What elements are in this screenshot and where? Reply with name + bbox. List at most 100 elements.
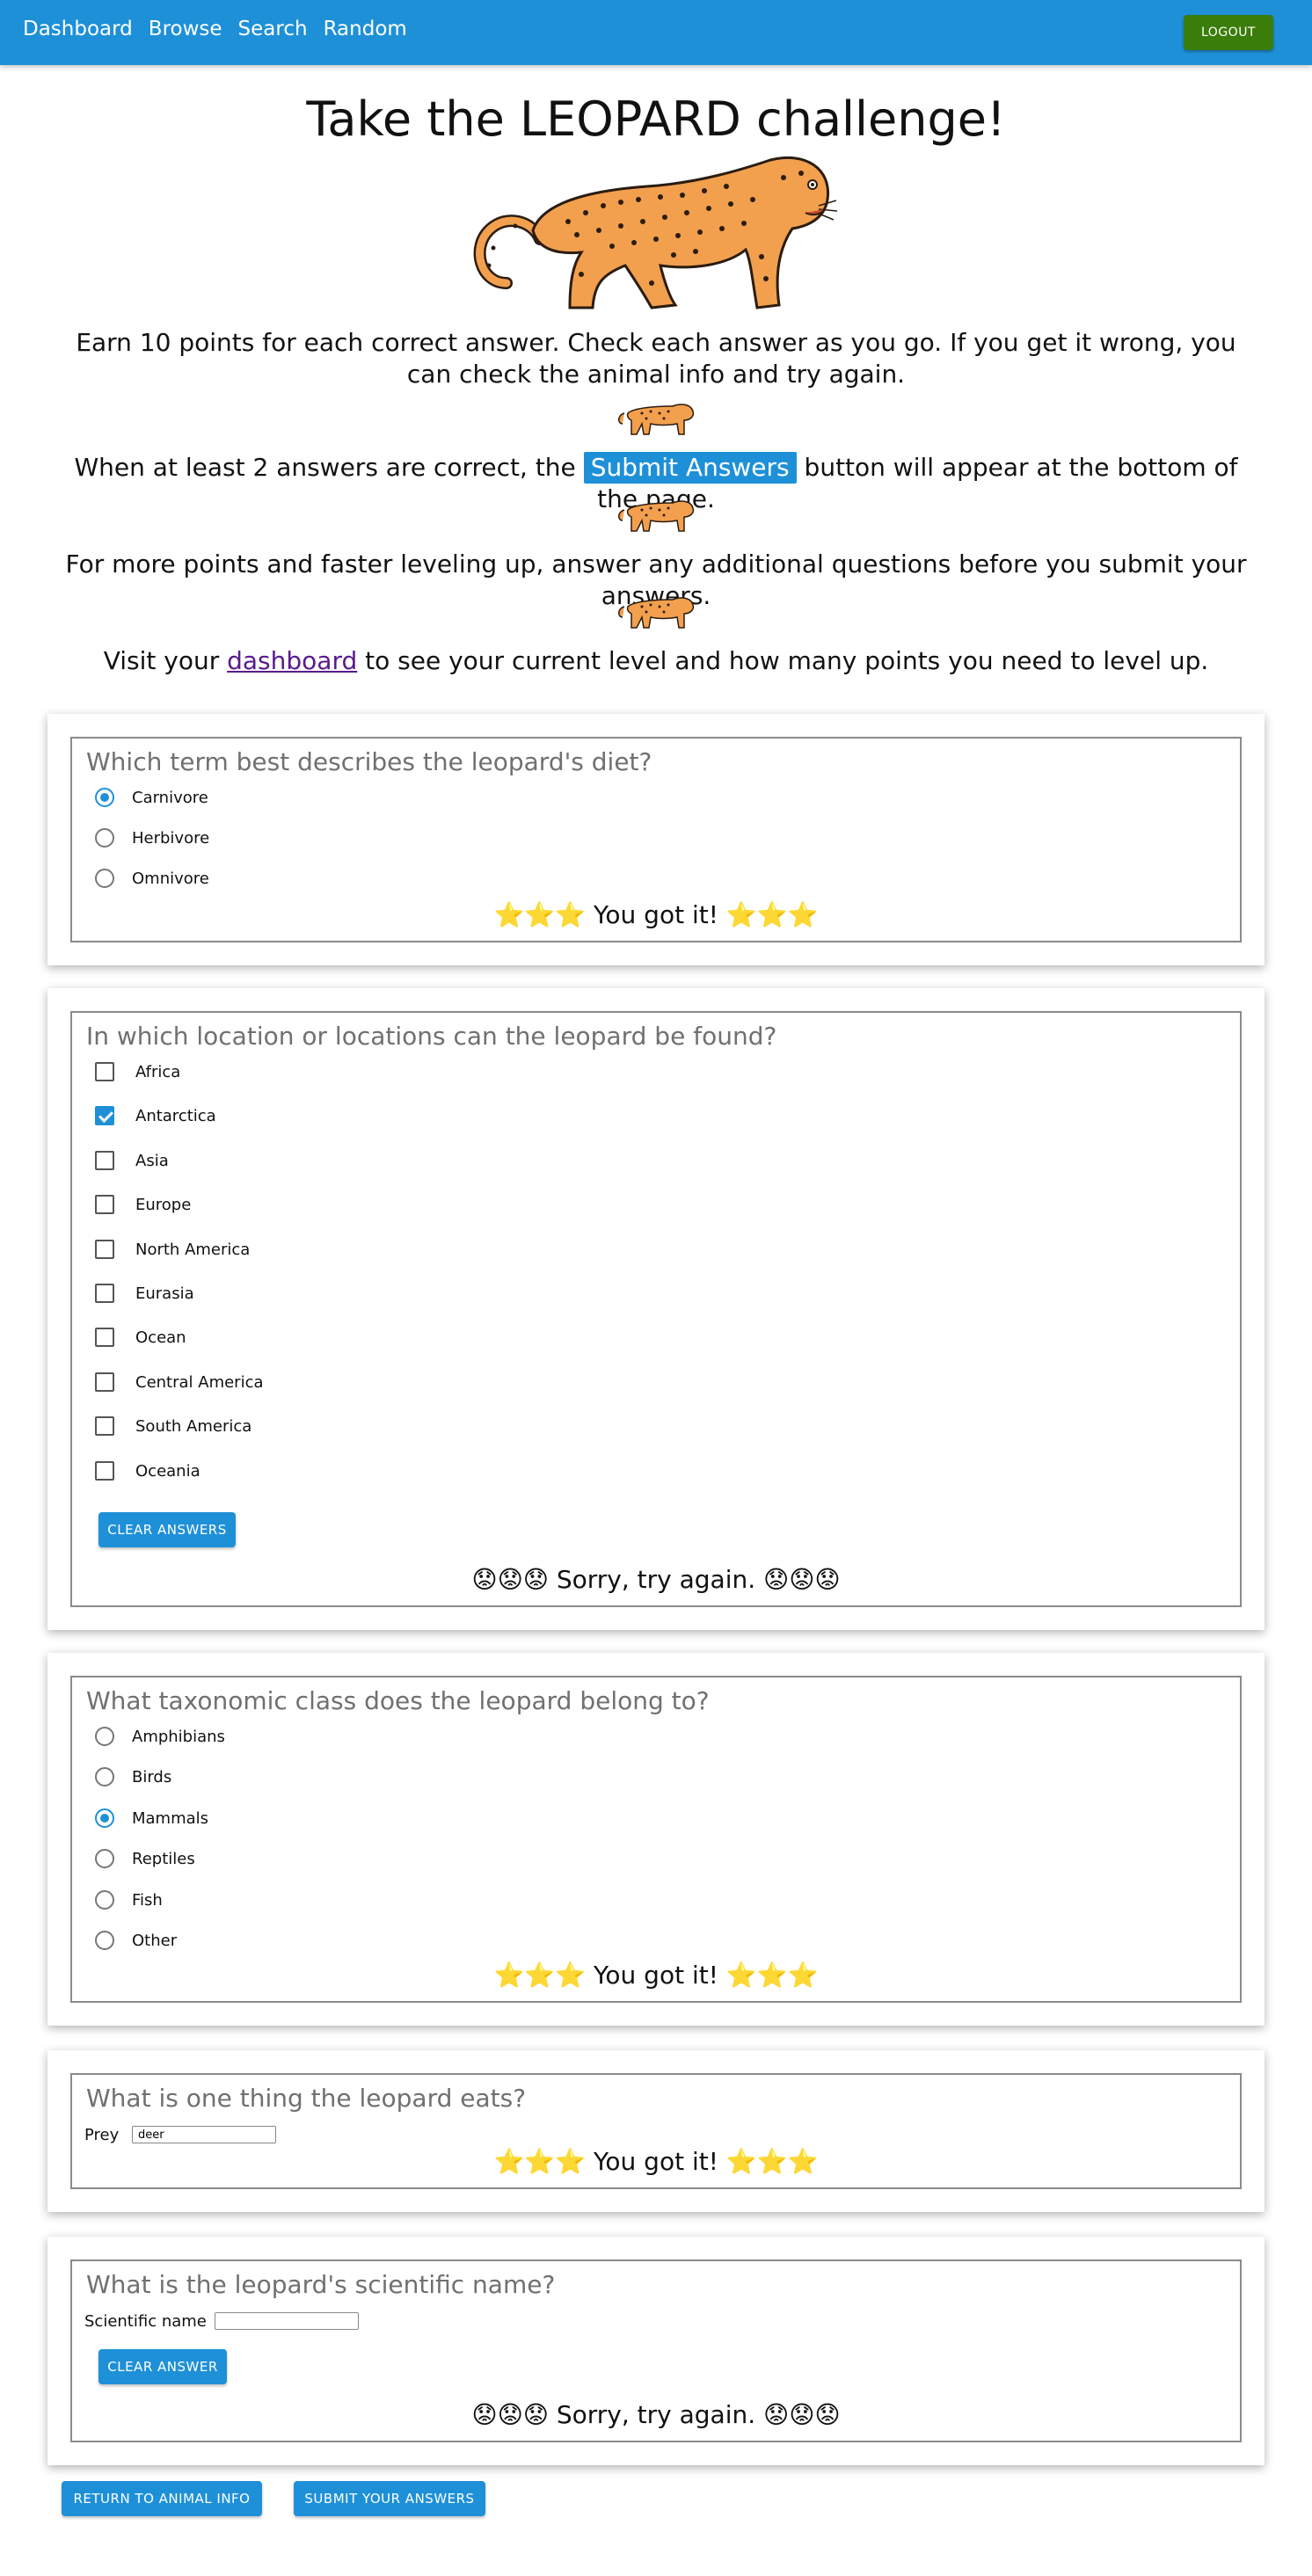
return-to-animal-info-button[interactable]: RETURN TO ANIMAL INFO — [62, 2481, 262, 2516]
checkbox[interactable] — [95, 1062, 114, 1081]
question-text: Which term best describes the leopard's … — [86, 747, 652, 776]
question-fieldset: In which location or locations can the l… — [70, 1011, 1242, 1607]
option-label: Eurasia — [135, 1284, 194, 1303]
checkbox[interactable] — [95, 1328, 114, 1347]
option-amphibians[interactable]: Amphibians — [95, 1727, 225, 1746]
intro-dashboard-before: Visit your — [103, 646, 220, 675]
nav-random-link[interactable]: Random — [324, 18, 407, 40]
option-label: Africa — [135, 1062, 181, 1081]
question-text: What taxonomic class does the leopard be… — [86, 1686, 710, 1715]
radio-button[interactable] — [95, 828, 114, 848]
option-label: Herbivore — [132, 828, 210, 848]
feedback-correct: ⭐⭐⭐ You got it! ⭐⭐⭐ — [493, 900, 819, 929]
question-fieldset: What taxonomic class does the leopard be… — [70, 1676, 1242, 2003]
option-label: Amphibians — [132, 1727, 225, 1746]
option-label: Asia — [135, 1151, 169, 1170]
option-fish[interactable]: Fish — [95, 1890, 163, 1910]
option-south-america[interactable]: South America — [95, 1416, 251, 1436]
option-label: Antarctica — [135, 1106, 216, 1125]
option-europe[interactable]: Europe — [95, 1195, 191, 1214]
option-antarctica[interactable]: Antarctica — [95, 1106, 216, 1125]
prey-label: Prey — [84, 2126, 120, 2144]
question-text: What is the leopard's scientific name? — [86, 2270, 556, 2299]
option-label: Oceania — [135, 1461, 200, 1481]
option-mammals[interactable]: Mammals — [95, 1808, 208, 1828]
question-fieldset: What is one thing the leopard eats? Prey… — [70, 2073, 1242, 2189]
option-other[interactable]: Other — [95, 1931, 177, 1950]
intro-points-text: Earn 10 points for each correct answer. … — [76, 328, 1236, 389]
scientific-name-input[interactable] — [215, 2312, 359, 2330]
question-card-class: What taxonomic class does the leopard be… — [47, 1653, 1265, 2026]
submit-answers-button[interactable]: SUBMIT YOUR ANSWERS — [294, 2481, 485, 2516]
checkbox[interactable] — [95, 1284, 114, 1303]
question-text: What is one thing the leopard eats? — [86, 2084, 527, 2113]
scientific-name-label: Scientific name — [84, 2312, 207, 2331]
checkbox[interactable] — [95, 1240, 114, 1259]
option-eurasia[interactable]: Eurasia — [95, 1284, 194, 1303]
radio-button[interactable] — [95, 1849, 114, 1868]
logout-button[interactable]: LOGOUT — [1184, 15, 1273, 50]
checkbox[interactable] — [95, 1461, 114, 1481]
option-label: South America — [135, 1416, 252, 1436]
feedback-correct: ⭐⭐⭐ You got it! ⭐⭐⭐ — [493, 1961, 819, 1990]
option-label: North America — [135, 1240, 251, 1259]
option-herbivore[interactable]: Herbivore — [95, 828, 209, 848]
option-label: Reptiles — [132, 1849, 195, 1868]
checkbox[interactable] — [95, 1106, 114, 1125]
option-omnivore[interactable]: Omnivore — [95, 869, 209, 888]
option-birds[interactable]: Birds — [95, 1767, 171, 1786]
option-central-america[interactable]: Central America — [95, 1372, 264, 1392]
nav-links: Dashboard Browse Search Random — [23, 18, 407, 40]
dashboard-link[interactable]: dashboard — [227, 646, 357, 675]
question-text: In which location or locations can the l… — [86, 1022, 777, 1051]
page-title: Take the LEOPARD challenge! — [306, 91, 1006, 147]
question-fieldset: Which term best describes the leopard's … — [70, 737, 1242, 942]
option-label: Carnivore — [132, 788, 208, 807]
nav-search-link[interactable]: Search — [238, 18, 308, 40]
intro-dashboard-text: Visit your dashboard to see your current… — [53, 645, 1259, 677]
option-label: Omnivore — [132, 869, 209, 888]
option-label: Birds — [132, 1767, 172, 1786]
radio-button[interactable] — [95, 1931, 114, 1950]
option-label: Mammals — [132, 1808, 209, 1828]
question-card-prey: What is one thing the leopard eats? Prey… — [47, 2050, 1265, 2212]
radio-button[interactable] — [95, 1808, 114, 1828]
nav-dashboard-link[interactable]: Dashboard — [23, 18, 133, 40]
checkbox[interactable] — [95, 1151, 114, 1170]
question-card-location: In which location or locations can the l… — [47, 988, 1265, 1630]
leopard-icon — [618, 500, 695, 532]
checkbox[interactable] — [95, 1416, 114, 1436]
checkbox[interactable] — [95, 1195, 114, 1214]
radio-button[interactable] — [95, 788, 114, 807]
radio-button[interactable] — [95, 869, 114, 888]
option-carnivore[interactable]: Carnivore — [95, 788, 208, 807]
option-label: Other — [132, 1931, 178, 1950]
question-card-scientific-name: What is the leopard's scientific name? S… — [47, 2237, 1265, 2465]
clear-answer-button[interactable]: CLEAR ANSWER — [98, 2349, 227, 2384]
feedback-incorrect: 😟😟😟 Sorry, try again. 😟😟😟 — [471, 2400, 841, 2429]
leopard-icon — [618, 404, 695, 435]
option-asia[interactable]: Asia — [95, 1151, 169, 1170]
leopard-icon — [618, 597, 695, 629]
option-ocean[interactable]: Ocean — [95, 1328, 186, 1347]
nav-browse-link[interactable]: Browse — [149, 18, 222, 40]
feedback-correct: ⭐⭐⭐ You got it! ⭐⭐⭐ — [493, 2147, 819, 2176]
radio-button[interactable] — [95, 1767, 114, 1786]
prey-input[interactable] — [132, 2126, 276, 2143]
question-card-diet: Which term best describes the leopard's … — [47, 714, 1265, 965]
option-africa[interactable]: Africa — [95, 1062, 180, 1081]
option-reptiles[interactable]: Reptiles — [95, 1849, 195, 1868]
radio-button[interactable] — [95, 1727, 114, 1746]
question-fieldset: What is the leopard's scientific name? S… — [70, 2259, 1242, 2442]
option-label: Ocean — [135, 1328, 186, 1347]
checkbox[interactable] — [95, 1372, 114, 1392]
clear-answers-button[interactable]: CLEAR ANSWERS — [98, 1512, 236, 1547]
option-oceania[interactable]: Oceania — [95, 1461, 200, 1481]
intro-dashboard-after: to see your current level and how many p… — [365, 646, 1209, 675]
option-label: Europe — [135, 1195, 192, 1214]
radio-button[interactable] — [95, 1890, 114, 1910]
leopard-illustration — [473, 156, 838, 309]
option-north-america[interactable]: North America — [95, 1240, 250, 1259]
navbar: Dashboard Browse Search Random LOGOUT — [0, 0, 1312, 65]
option-label: Central America — [135, 1372, 264, 1392]
